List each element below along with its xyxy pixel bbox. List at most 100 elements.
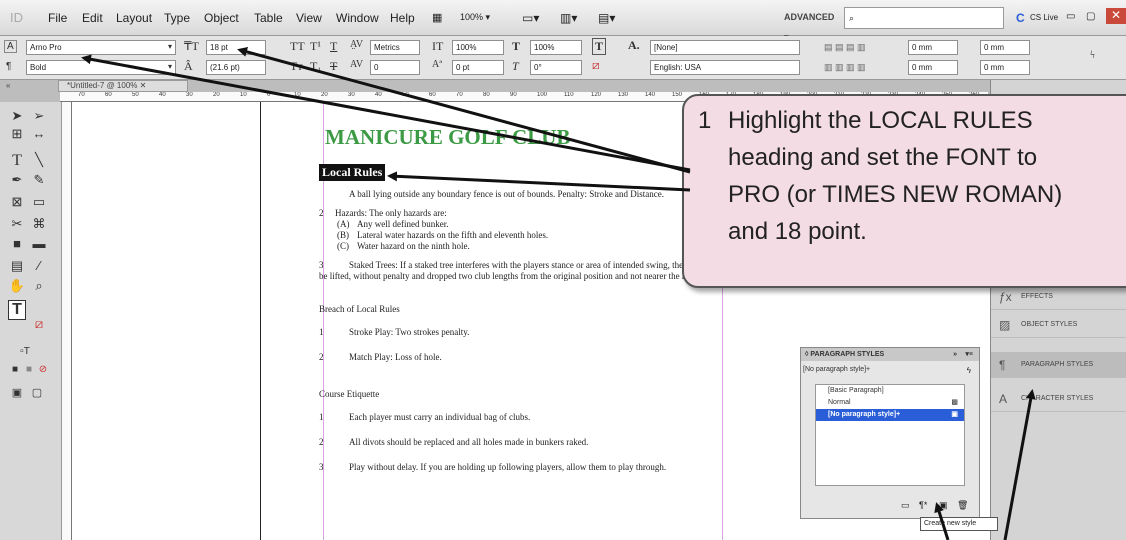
style-group-icon[interactable]: ▭ xyxy=(901,500,910,511)
collapse-icon[interactable]: « xyxy=(6,81,10,90)
cslive-icon[interactable]: C xyxy=(1016,11,1025,25)
paragraph-mode-icon[interactable]: ¶ xyxy=(6,61,11,72)
type-tool-icon[interactable]: T xyxy=(8,152,26,170)
rectangle-frame-tool-icon[interactable]: ⊠ xyxy=(8,194,26,210)
space-after-field[interactable]: 0 mm xyxy=(980,60,1030,75)
font-size-field[interactable]: 18 pt xyxy=(206,40,266,55)
font-style-field[interactable]: Bold xyxy=(26,60,176,75)
trash-icon[interactable]: 🗑 xyxy=(957,500,968,511)
line-tool-icon[interactable]: ╲ xyxy=(30,152,48,168)
text-fill-icon[interactable]: T xyxy=(592,38,607,55)
local-rules-heading[interactable]: Local Rules xyxy=(319,164,386,181)
view-options-icon[interactable]: ▭▾ xyxy=(522,11,539,25)
document-tab[interactable]: *Untitled-7 @ 100% ✕ xyxy=(58,80,188,92)
baseline-shift-field[interactable]: 0 pt xyxy=(452,60,504,75)
small-caps-icon[interactable]: Tт xyxy=(290,59,303,74)
first-line-indent-field[interactable]: 0 mm xyxy=(908,60,958,75)
list-item[interactable]: Normal ▩ xyxy=(816,397,964,409)
subscript-icon[interactable]: T₁ xyxy=(310,59,322,74)
gradient-feather-tool-icon[interactable]: ▬ xyxy=(30,236,48,251)
normal-view-icon[interactable]: ▣ xyxy=(8,386,26,399)
stroke-none-icon[interactable]: ⧄ xyxy=(592,58,600,73)
note-tool-icon[interactable]: ▤ xyxy=(8,258,26,274)
justify-buttons-icon[interactable]: ▥ ▥ ▥ ▥ xyxy=(824,62,866,73)
arrange-icon[interactable]: ▤▾ xyxy=(598,11,615,25)
preview-view-icon[interactable]: ▢ xyxy=(28,386,46,399)
minimize-button[interactable]: ▭ xyxy=(1066,11,1075,22)
character-mode-icon[interactable]: A xyxy=(4,40,17,53)
fill-stroke-text-icon[interactable]: T xyxy=(8,300,26,320)
scissors-tool-icon[interactable]: ✂ xyxy=(8,216,26,232)
menu-object[interactable]: Object xyxy=(204,11,239,25)
list-item[interactable]: [No paragraph style]+ ▣ xyxy=(816,409,964,421)
skew-field[interactable]: 0° xyxy=(530,60,582,75)
hand-tool-icon[interactable]: ✋ xyxy=(8,278,26,294)
workspace-switcher[interactable]: ADVANCED ▾ xyxy=(780,7,838,42)
text-frame[interactable]: MANICURE GOLF CLUB Local Rules A ball ly… xyxy=(319,124,729,473)
paragraph-styles-panel: ◊ PARAGRAPH STYLES» ▾≡ [No paragraph styl… xyxy=(800,347,980,519)
page-tool-icon[interactable]: ⊞ xyxy=(8,126,26,142)
vertical-scale-field[interactable]: 100% xyxy=(452,40,504,55)
strikethrough-icon[interactable]: T xyxy=(330,59,337,74)
pen-tool-icon[interactable]: ✒ xyxy=(8,172,26,188)
align-buttons-icon[interactable]: ▤ ▤ ▤ ▥ xyxy=(824,42,866,53)
selection-tool-icon[interactable]: ➤ xyxy=(8,108,26,124)
vertical-ruler[interactable] xyxy=(62,102,72,540)
paragraph-styles-panel-button[interactable]: ¶ PARAGRAPH STYLES xyxy=(991,352,1126,378)
swap-fill-stroke-icon[interactable]: ⧄ xyxy=(30,316,48,332)
cslive-label[interactable]: CS Live xyxy=(1030,13,1058,22)
screen-mode-icon[interactable]: ▥▾ xyxy=(560,11,577,25)
bridge-icon[interactable]: ▦ xyxy=(432,11,442,24)
language-field[interactable]: English: USA xyxy=(650,60,800,75)
font-style-dropdown-icon[interactable]: ▾ xyxy=(168,62,172,71)
leading-field[interactable]: (21.6 pt) xyxy=(206,60,266,75)
menu-type[interactable]: Type xyxy=(164,11,190,25)
superscript-icon[interactable]: T¹ xyxy=(310,39,321,54)
all-caps-icon[interactable]: TT xyxy=(290,39,305,54)
pencil-tool-icon[interactable]: ✎ xyxy=(30,172,48,188)
horizontal-scale-field[interactable]: 100% xyxy=(530,40,582,55)
lightning-icon[interactable]: ϟ xyxy=(967,366,971,375)
font-family-dropdown-icon[interactable]: ▾ xyxy=(168,42,172,51)
breach-heading: Breach of Local Rules xyxy=(319,304,400,314)
close-button[interactable]: ✕ xyxy=(1106,8,1126,24)
left-indent-field[interactable]: 0 mm xyxy=(908,40,958,55)
paragraph-styles-header[interactable]: ◊ PARAGRAPH STYLES» ▾≡ xyxy=(801,348,979,361)
menu-file[interactable]: File xyxy=(48,11,67,25)
close-tab-icon[interactable]: ✕ xyxy=(140,81,147,90)
menu-layout[interactable]: Layout xyxy=(116,11,152,25)
lightning-icon[interactable]: ϟ xyxy=(1090,49,1095,61)
apply-none-icon[interactable]: ⊘ xyxy=(34,364,52,375)
menu-table[interactable]: Table xyxy=(254,11,283,25)
free-transform-tool-icon[interactable]: ⌘ xyxy=(30,216,48,232)
zoom-tool-icon[interactable]: ⌕ xyxy=(30,278,48,294)
kerning-field[interactable]: Metrics xyxy=(370,40,420,55)
zoom-dropdown[interactable]: 100% ▾ xyxy=(456,7,512,29)
character-style-field[interactable]: [None] xyxy=(650,40,800,55)
formatting-affects-icon[interactable]: ▫T xyxy=(16,346,34,357)
direct-selection-tool-icon[interactable]: ➢ xyxy=(30,108,48,124)
space-before-field[interactable]: 0 mm xyxy=(980,40,1030,55)
character-styles-panel-button[interactable]: A CHARACTER STYLES xyxy=(991,386,1126,412)
maximize-button[interactable]: ▢ xyxy=(1086,11,1095,22)
pasteboard[interactable] xyxy=(72,102,260,540)
eyedropper-tool-icon[interactable]: ⁄ xyxy=(30,258,48,273)
search-input[interactable]: ⌕ xyxy=(844,7,1004,29)
gradient-tool-icon[interactable]: ■ xyxy=(8,236,26,251)
tracking-field[interactable]: 0 xyxy=(370,60,420,75)
font-family-field[interactable]: Arno Pro xyxy=(26,40,176,55)
collapse-panel-icon[interactable]: » xyxy=(953,348,957,361)
menu-view[interactable]: View xyxy=(296,11,322,25)
new-style-icon[interactable]: ▣ xyxy=(939,500,948,511)
gap-tool-icon[interactable]: ↔ xyxy=(30,126,48,141)
rectangle-tool-icon[interactable]: ▭ xyxy=(30,194,48,210)
underline-icon[interactable]: T xyxy=(330,39,337,54)
menu-edit[interactable]: Edit xyxy=(82,11,103,25)
object-styles-panel-button[interactable]: ▨ OBJECT STYLES xyxy=(991,312,1126,338)
clear-overrides-icon[interactable]: ¶* xyxy=(919,500,927,510)
list-item[interactable]: [Basic Paragraph] xyxy=(816,385,964,397)
menu-help[interactable]: Help xyxy=(390,11,415,25)
panel-menu-icon[interactable]: ▾≡ xyxy=(965,348,973,361)
character-styles-icon: A xyxy=(999,392,1008,406)
menu-window[interactable]: Window xyxy=(336,11,379,25)
